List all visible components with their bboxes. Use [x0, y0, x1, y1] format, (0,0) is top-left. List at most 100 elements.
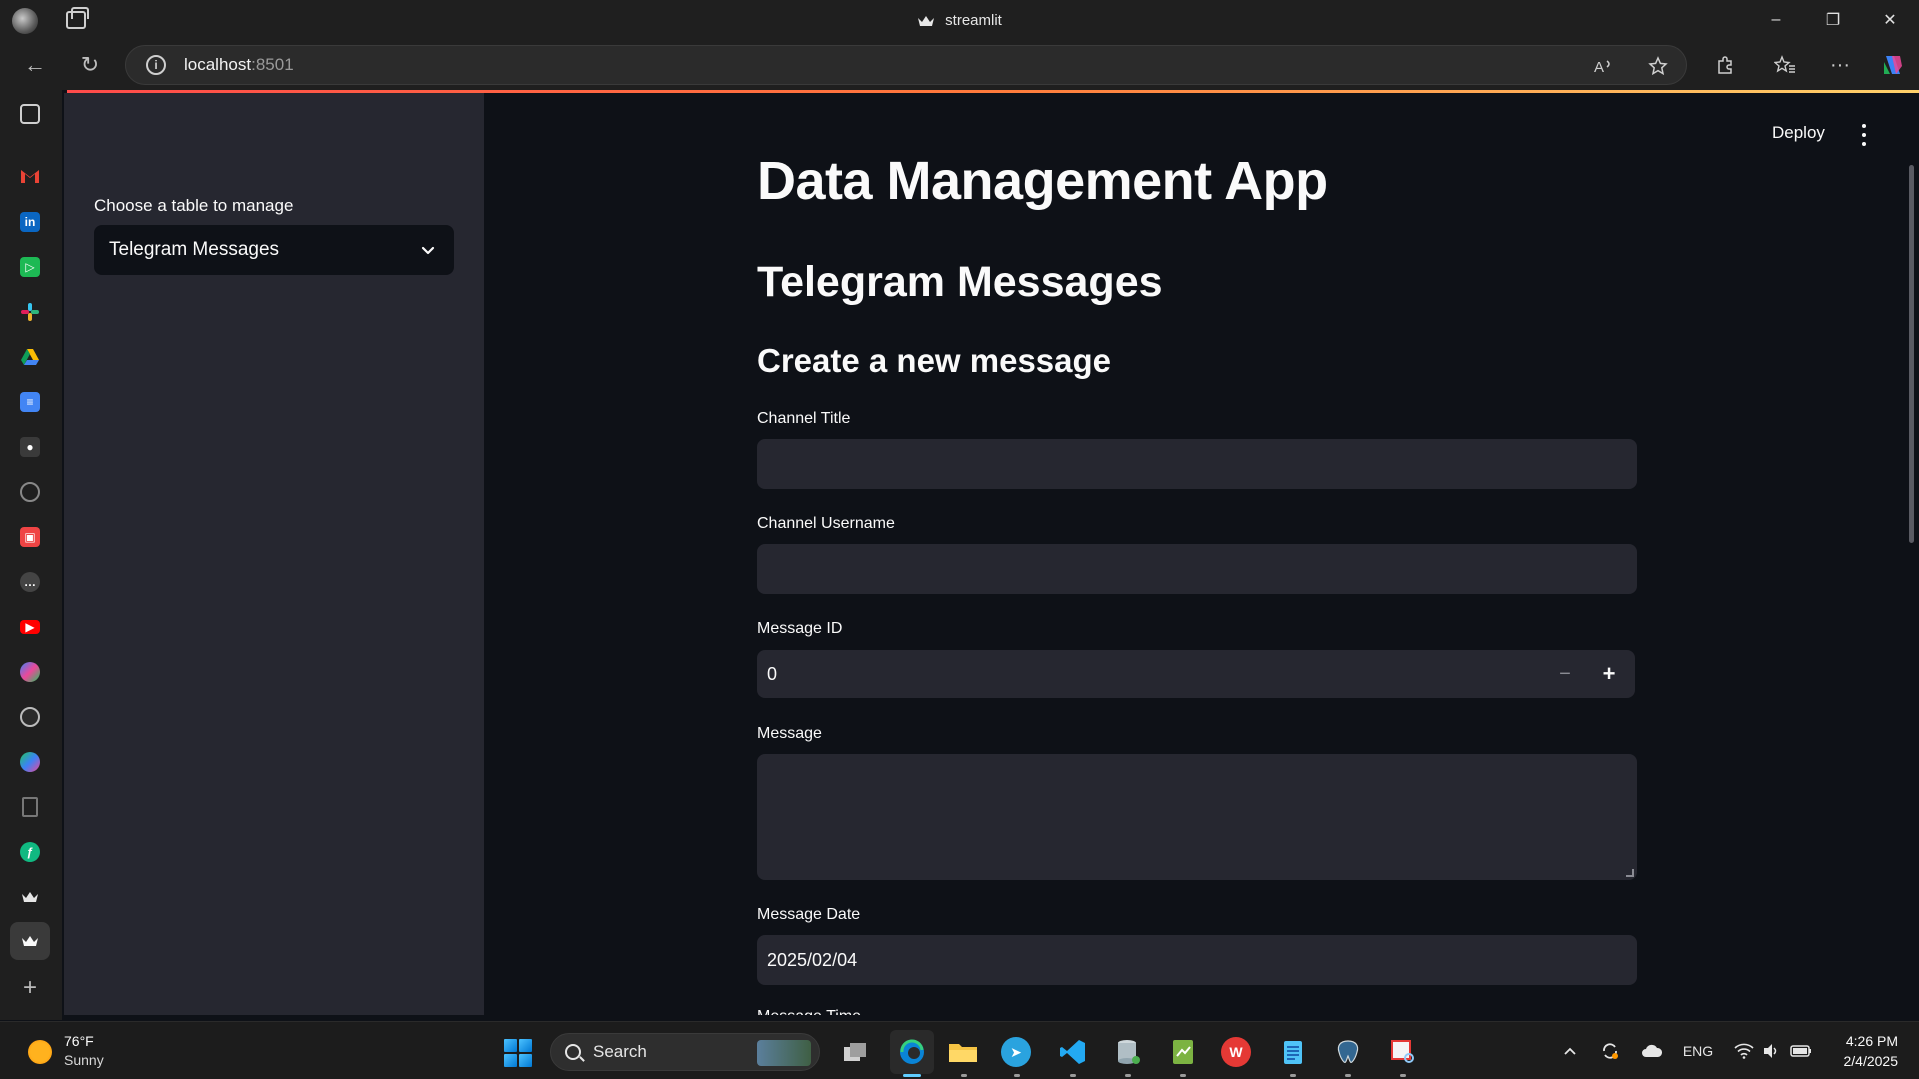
snipping-tool-icon[interactable]	[1386, 1035, 1420, 1069]
gmail-icon[interactable]	[20, 166, 40, 186]
linkedin-icon[interactable]: in	[20, 212, 40, 232]
weather-temp[interactable]: 76°F	[64, 1033, 94, 1049]
onedrive-cloud-icon[interactable]	[1636, 1022, 1668, 1079]
channel-username-input[interactable]	[757, 544, 1637, 594]
deploy-button[interactable]: Deploy	[1772, 123, 1825, 143]
copilot-icon[interactable]	[1873, 45, 1913, 85]
add-sidebar-app-icon[interactable]: +	[20, 974, 40, 1001]
windows-start-icon[interactable]	[504, 1039, 532, 1067]
copilot-alt-icon[interactable]	[20, 752, 40, 772]
browser-toolbar: ← ↻ i localhost:8501 A ···	[0, 40, 1919, 90]
main-scrollbar[interactable]	[1909, 165, 1914, 543]
message-id-value[interactable]: 0	[767, 664, 777, 685]
search-icon	[565, 1044, 581, 1060]
document-icon[interactable]	[22, 797, 38, 817]
running-indicator	[1014, 1074, 1020, 1077]
favorites-list-icon[interactable]	[1765, 45, 1805, 85]
extensions-icon[interactable]	[1705, 45, 1745, 85]
feather-app-icon[interactable]: ƒ	[20, 842, 40, 862]
slack-icon[interactable]	[20, 302, 40, 322]
tabs-panel-icon[interactable]	[20, 104, 40, 124]
message-textarea[interactable]	[757, 754, 1637, 880]
edge-browser-icon[interactable]	[890, 1030, 934, 1074]
browser-sidebar: in ▷ ≡ ● ▣ … ▶ ƒ +	[0, 90, 62, 1020]
main-menu-icon[interactable]	[1862, 124, 1868, 146]
svg-text:A: A	[1594, 59, 1604, 75]
table-select-value: Telegram Messages	[109, 239, 280, 260]
url-port: :8501	[251, 55, 294, 74]
youtube-icon[interactable]: ▶	[20, 620, 40, 634]
message-time-label: Message Time	[757, 1008, 877, 1015]
telegram-icon[interactable]: ➤	[1001, 1037, 1031, 1067]
close-button[interactable]: ✕	[1862, 0, 1918, 40]
running-indicator	[1125, 1074, 1131, 1077]
message-label: Message	[757, 725, 822, 742]
wps-office-icon[interactable]: W	[1221, 1037, 1251, 1067]
message-date-input[interactable]: 2025/02/04	[757, 935, 1637, 985]
battery-icon[interactable]	[1786, 1022, 1816, 1079]
chatgpt-icon[interactable]	[20, 482, 40, 502]
running-indicator	[1070, 1074, 1076, 1077]
wifi-icon[interactable]	[1730, 1022, 1758, 1079]
decrement-button[interactable]: −	[1547, 650, 1583, 698]
vscode-icon[interactable]	[1056, 1035, 1090, 1069]
postgresql-icon[interactable]	[1331, 1035, 1365, 1069]
sheets-app-icon[interactable]	[1166, 1035, 1200, 1069]
google-drive-icon[interactable]	[20, 347, 40, 367]
github-icon[interactable]	[20, 707, 40, 727]
contacts-icon[interactable]: ●	[20, 437, 40, 457]
google-docs-icon[interactable]: ≡	[20, 392, 40, 412]
search-highlight-image	[757, 1040, 811, 1066]
sync-icon[interactable]	[1594, 1022, 1626, 1079]
taskbar-search[interactable]: Search	[550, 1033, 820, 1071]
clock-date[interactable]: 2/4/2025	[1828, 1053, 1899, 1069]
restore-button[interactable]: ❐	[1805, 0, 1861, 40]
tray-overflow-chevron-icon[interactable]	[1556, 1022, 1584, 1079]
language-indicator[interactable]: ENG	[1678, 1022, 1718, 1079]
notepad-icon[interactable]	[1276, 1035, 1310, 1069]
running-indicator	[1180, 1074, 1186, 1077]
table-select[interactable]: Telegram Messages	[94, 225, 454, 275]
streamlit-active-app-icon[interactable]	[10, 922, 50, 960]
active-indicator	[903, 1074, 921, 1077]
running-indicator	[961, 1074, 967, 1077]
message-date-value[interactable]: 2025/02/04	[767, 950, 857, 971]
clock-time[interactable]: 4:26 PM	[1838, 1033, 1898, 1049]
reload-button[interactable]: ↻	[73, 50, 107, 80]
streamlit-app-icon[interactable]	[20, 887, 40, 907]
window-title: streamlit	[0, 0, 1919, 40]
table-title: Telegram Messages	[757, 258, 1163, 306]
section-title: Create a new message	[757, 342, 1112, 379]
favorite-star-icon[interactable]	[1638, 46, 1678, 86]
channel-title-label: Channel Title	[757, 410, 851, 427]
back-button[interactable]: ←	[18, 50, 52, 80]
office-icon[interactable]: ▣	[20, 527, 40, 547]
weather-sun-icon[interactable]	[28, 1040, 52, 1064]
read-aloud-icon[interactable]: A	[1584, 46, 1624, 86]
database-app-icon[interactable]	[1111, 1035, 1145, 1069]
address-bar[interactable]: i localhost:8501 A	[125, 45, 1687, 85]
minimize-button[interactable]: –	[1748, 0, 1804, 40]
more-menu-icon[interactable]: ···	[1820, 45, 1860, 85]
screen: streamlit – ❐ ✕ ← ↻ i localhost:8501 A ·…	[0, 0, 1919, 1079]
resize-handle-icon[interactable]	[1626, 869, 1634, 877]
app-title: Data Management App	[757, 151, 1328, 211]
weather-desc[interactable]: Sunny	[64, 1052, 104, 1068]
app-green-icon[interactable]: ▷	[20, 257, 40, 277]
copilot-sidebar-icon[interactable]	[20, 662, 40, 682]
chat-bubble-icon[interactable]: …	[20, 572, 40, 592]
running-indicator	[1345, 1074, 1351, 1077]
url-host: localhost	[184, 55, 252, 74]
site-info-icon[interactable]: i	[146, 55, 166, 75]
message-date-label: Message Date	[757, 906, 861, 923]
streamlit-crown-icon	[917, 14, 935, 26]
message-id-stepper[interactable]: 0 − +	[757, 650, 1635, 698]
chevron-down-icon	[419, 241, 437, 259]
task-view-icon[interactable]	[838, 1035, 872, 1069]
file-explorer-icon[interactable]	[946, 1035, 980, 1069]
volume-icon[interactable]	[1758, 1022, 1784, 1079]
windows-taskbar: 76°F Sunny Search ➤ W ENG 4:26 PM 2/4/20…	[0, 1021, 1919, 1079]
channel-title-input[interactable]	[757, 439, 1637, 489]
channel-username-label: Channel Username	[757, 515, 895, 532]
increment-button[interactable]: +	[1591, 650, 1627, 698]
